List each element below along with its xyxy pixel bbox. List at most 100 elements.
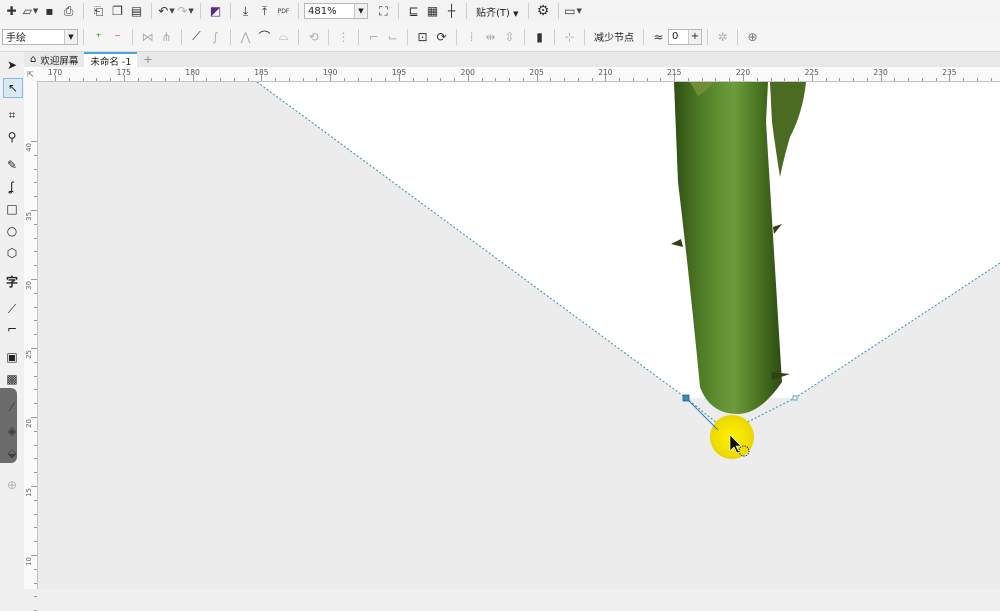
ruler-label: 10 — [25, 557, 33, 566]
zoom-level-value: 481% — [308, 5, 337, 17]
drop-shadow-icon[interactable]: ▣ — [3, 348, 21, 366]
extend-curve-icon[interactable]: ⋮ — [334, 28, 353, 46]
add-circle-icon[interactable]: ⊕ — [743, 28, 762, 46]
extract-subpath-icon[interactable]: ⌙ — [383, 28, 402, 46]
ruler-minor-tick — [137, 78, 139, 81]
paste-icon[interactable]: ▤ — [127, 2, 146, 20]
elastic-mode-icon[interactable]: ▮ — [530, 28, 549, 46]
ruler-label: 175 — [116, 68, 131, 77]
curve-node[interactable] — [682, 394, 690, 402]
close-curve-icon[interactable]: ⌐ — [364, 28, 383, 46]
ruler-minor-tick — [34, 403, 37, 405]
cusp-node-icon[interactable]: ⋀ — [236, 28, 255, 46]
ruler-minor-tick — [935, 78, 937, 81]
toolbar-separator — [707, 28, 708, 45]
print-icon[interactable]: ⎙ — [59, 2, 78, 20]
select-all-nodes-icon[interactable]: ⊹ — [560, 28, 579, 46]
curve-mode-select[interactable]: 手绘 ▼ — [2, 28, 78, 45]
toolbar-separator — [456, 28, 457, 45]
export-file-icon[interactable]: ⤒ — [255, 2, 274, 20]
mirror-vertical-icon[interactable]: ⇳ — [500, 28, 519, 46]
add-tool-icon[interactable]: ⊕ — [3, 476, 21, 494]
ruler-minor-tick — [440, 78, 442, 81]
ruler-origin[interactable]: ⇱ — [24, 67, 38, 82]
horizontal-ruler[interactable]: 170 175 180 185 190 195 200 205 210 215 220 225 230 2… — [37, 67, 1000, 82]
text-tool-icon[interactable]: 字 — [3, 272, 21, 290]
ruler-label: 25 — [25, 350, 33, 359]
ruler-minor-tick — [495, 78, 497, 81]
rectangle-tool-icon[interactable]: □ — [3, 200, 21, 218]
publish-pdf-icon[interactable]: PDF — [274, 2, 293, 20]
ruler-minor-tick — [990, 78, 992, 81]
show-guidelines-icon[interactable]: ┼ — [442, 2, 461, 20]
add-tab-icon[interactable]: + — [137, 52, 158, 67]
toolbar-separator — [298, 3, 299, 19]
drawing-canvas[interactable] — [38, 82, 1000, 589]
tab-welcome-screen[interactable]: ⌂ 欢迎屏幕 — [24, 52, 84, 67]
polygon-tool-icon[interactable]: ⬡ — [3, 244, 21, 262]
document-tabs: ⌂ 欢迎屏幕 未命名 -1 + — [24, 52, 1000, 68]
reduce-nodes-button[interactable]: 减少节点 — [590, 29, 638, 44]
show-rulers-icon[interactable]: ⊑ — [404, 2, 423, 20]
ellipse-tool-icon[interactable]: ○ — [3, 222, 21, 240]
ruler-minor-tick — [233, 78, 235, 81]
curve-smoothness-input[interactable]: 0 + — [668, 28, 702, 45]
application-launcher-icon[interactable]: ▭ ▼ — [564, 2, 583, 20]
ruler-label: 190 — [323, 68, 338, 77]
full-screen-icon[interactable]: ⛶ — [374, 2, 393, 20]
crop-tool-icon[interactable]: ⌗ — [3, 106, 21, 124]
undo-icon[interactable]: ↶ ▼ — [157, 2, 176, 20]
ruler-minor-tick — [288, 78, 290, 81]
zoom-tool-icon[interactable]: ⚲ — [3, 128, 21, 146]
tab-untitled-1[interactable]: 未命名 -1 — [84, 52, 138, 68]
new-document-icon[interactable]: ✚ — [2, 2, 21, 20]
reverse-direction-icon[interactable]: ⟲ — [304, 28, 323, 46]
save-icon[interactable]: ▪ — [40, 2, 59, 20]
parallel-dimension-icon[interactable]: ⟋ — [3, 300, 21, 318]
toolbar-separator — [466, 3, 467, 19]
ruler-minor-tick — [481, 78, 483, 81]
convert-to-curve-icon[interactable]: ∫ — [206, 28, 225, 46]
vertical-ruler[interactable]: 40 35 30 25 20 15 10 — [24, 81, 38, 611]
ruler-minor-tick — [316, 78, 318, 81]
ruler-minor-tick — [357, 78, 359, 81]
rotate-nodes-icon[interactable]: ⟳ — [432, 28, 451, 46]
options-gear-icon[interactable]: ⚙ — [534, 2, 553, 20]
symmetrical-node-icon[interactable]: ⌓ — [274, 28, 293, 46]
mirror-horizontal-icon[interactable]: ⇹ — [481, 28, 500, 46]
join-nodes-icon[interactable]: ⋈ — [138, 28, 157, 46]
add-node-icon[interactable]: ⁺ — [89, 28, 108, 46]
zoom-level-select[interactable]: 481% ▼ — [304, 3, 368, 19]
ruler-minor-tick — [660, 78, 662, 81]
snap-to-menu[interactable]: 贴齐(T) ▼ — [472, 4, 523, 19]
ruler-major-tick — [31, 279, 37, 280]
smooth-node-icon[interactable]: ⌒ — [255, 28, 274, 46]
align-nodes-icon[interactable]: ⁞ — [462, 28, 481, 46]
break-curve-icon[interactable]: ⋔ — [157, 28, 176, 46]
ruler-minor-tick — [509, 78, 511, 81]
redo-icon[interactable]: ↷ ▼ — [176, 2, 195, 20]
stretch-nodes-icon[interactable]: ⊡ — [413, 28, 432, 46]
standard-toolbar: ✚ ▱ ▼ ▪ ⎙ ⎗ ❐ ▤ ↶ ▼ ↷ ▼ ◩ ⤓ ⤒ PDF 481% ▼ ⛶ … — [0, 0, 1000, 22]
artistic-media-icon[interactable]: ʆ — [3, 178, 21, 196]
select-subpath-icon[interactable]: ✲ — [713, 28, 732, 46]
open-document-icon[interactable]: ▱ ▼ — [21, 2, 40, 20]
show-grid-icon[interactable]: ▦ — [423, 2, 442, 20]
delete-node-icon[interactable]: ⁻ — [108, 28, 127, 46]
connector-tool-icon[interactable]: ⌐ — [3, 320, 21, 338]
import-icon[interactable]: ⎗ — [89, 2, 108, 20]
pick-tool-icon[interactable]: ➤ — [3, 56, 21, 74]
copy-icon[interactable]: ❐ — [108, 2, 127, 20]
import-file-icon[interactable]: ⤓ — [236, 2, 255, 20]
transparency-icon[interactable]: ▩ — [3, 370, 21, 388]
ruler-minor-tick — [853, 78, 855, 81]
ruler-label: 180 — [185, 68, 200, 77]
shape-tool-icon[interactable]: ↖ — [3, 78, 23, 98]
ruler-minor-tick — [550, 78, 552, 81]
convert-to-line-icon[interactable]: ⟋ — [187, 28, 206, 46]
plus-icon[interactable]: + — [688, 29, 701, 44]
curve-node[interactable] — [792, 395, 798, 401]
toolbox: ➤ ↖ ⌗ ⚲ ✎ ʆ □ ○ ⬡ 字 ⟋ ⌐ ▣ ▩ ⁄ ◈ ⬙ ⊕ — [0, 52, 25, 589]
corel-connect-icon[interactable]: ◩ — [206, 2, 225, 20]
freehand-tool-icon[interactable]: ✎ — [3, 156, 21, 174]
